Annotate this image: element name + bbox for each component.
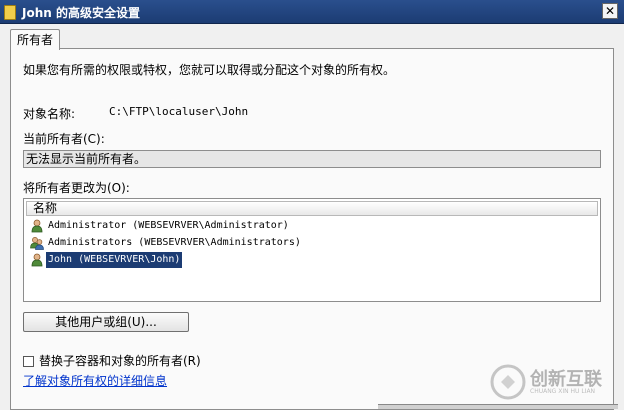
object-name-label: 对象名称: (23, 107, 76, 121)
replace-owner-option[interactable]: 替换子容器和对象的所有者(R) (23, 352, 201, 369)
user-icon (31, 253, 43, 267)
learn-more-link[interactable]: 了解对象所有权的详细信息 (23, 372, 167, 389)
watermark-logo-icon (490, 364, 526, 400)
tab-owner[interactable]: 所有者 (10, 29, 61, 50)
list-item-label: John (WEBSEVRVER\John) (46, 252, 183, 268)
column-header-name[interactable]: 名称 (26, 201, 598, 216)
intro-text: 如果您有所需的权限或特权，您就可以取得或分配这个对象的所有权。 (23, 63, 396, 77)
replace-owner-label: 替换子容器和对象的所有者(R) (39, 354, 201, 368)
group-icon (30, 237, 44, 250)
current-owner-label: 当前所有者(C): (23, 132, 105, 146)
window-title: John 的高级安全设置 (22, 6, 140, 20)
user-icon (31, 219, 43, 233)
replace-owner-checkbox[interactable] (23, 356, 34, 367)
watermark-logo: 创新互联 CHUANG XIN HU LIAN (488, 362, 616, 402)
list-item-label: Administrators (WEBSEVRVER\Administrator… (48, 237, 301, 248)
watermark-subtext: CHUANG XIN HU LIAN (530, 388, 596, 395)
current-owner-field: 无法显示当前所有者。 (23, 150, 601, 168)
object-name-value: C:\FTP\localuser\John (109, 105, 249, 118)
change-owner-label: 将所有者更改为(O): (23, 181, 130, 195)
list-item-label: Administrator (WEBSEVRVER\Administrator) (48, 220, 289, 231)
owner-listbox[interactable]: 名称 Administrator (WEBSEVRVER\Administrat… (23, 198, 601, 302)
owner-panel: 如果您有所需的权限或特权，您就可以取得或分配这个对象的所有权。 对象名称: C:… (10, 48, 614, 410)
close-button[interactable]: ✕ (602, 3, 618, 19)
bottom-edge (378, 404, 618, 409)
other-users-button[interactable]: 其他用户或组(U)... (23, 312, 189, 332)
title-bar: John 的高级安全设置 ✕ (0, 0, 624, 24)
folder-icon (4, 5, 16, 20)
